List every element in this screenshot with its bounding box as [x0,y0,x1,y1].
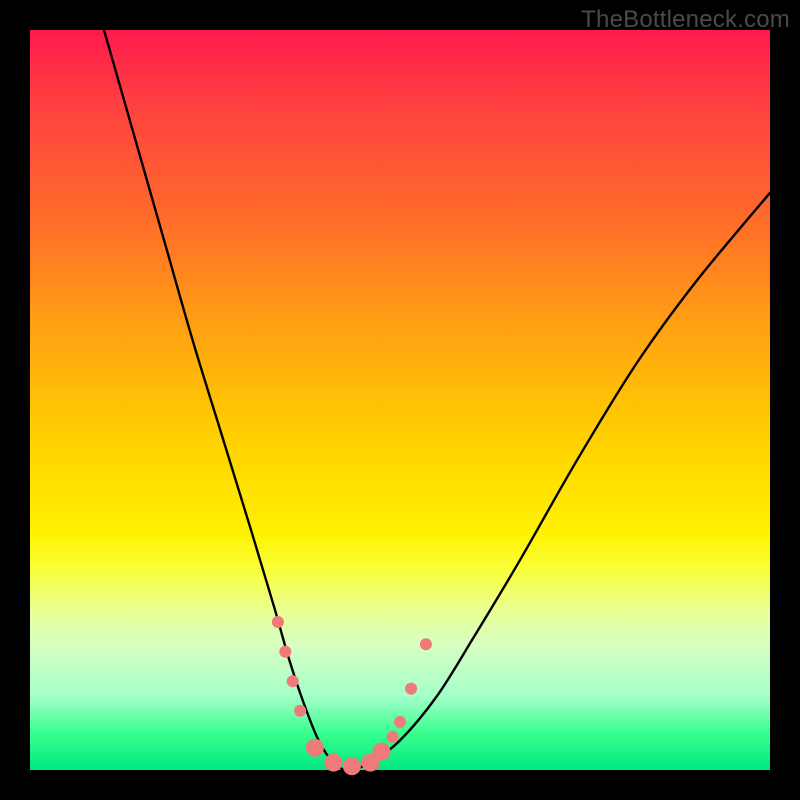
highlight-dot [373,743,391,761]
bottleneck-curve-path [104,30,770,770]
highlight-dot [306,739,324,757]
highlight-markers [272,616,432,775]
highlight-dot [420,638,432,650]
highlight-dot [287,675,299,687]
highlight-dot [272,616,284,628]
highlight-dot [405,683,417,695]
highlight-dot [394,716,406,728]
plot-area [30,30,770,770]
highlight-dot [294,705,306,717]
highlight-dot [324,754,342,772]
highlight-dot [279,646,291,658]
highlight-dot [387,731,399,743]
chart-svg [30,30,770,770]
highlight-dot [343,757,361,775]
chart-stage: TheBottleneck.com [0,0,800,800]
